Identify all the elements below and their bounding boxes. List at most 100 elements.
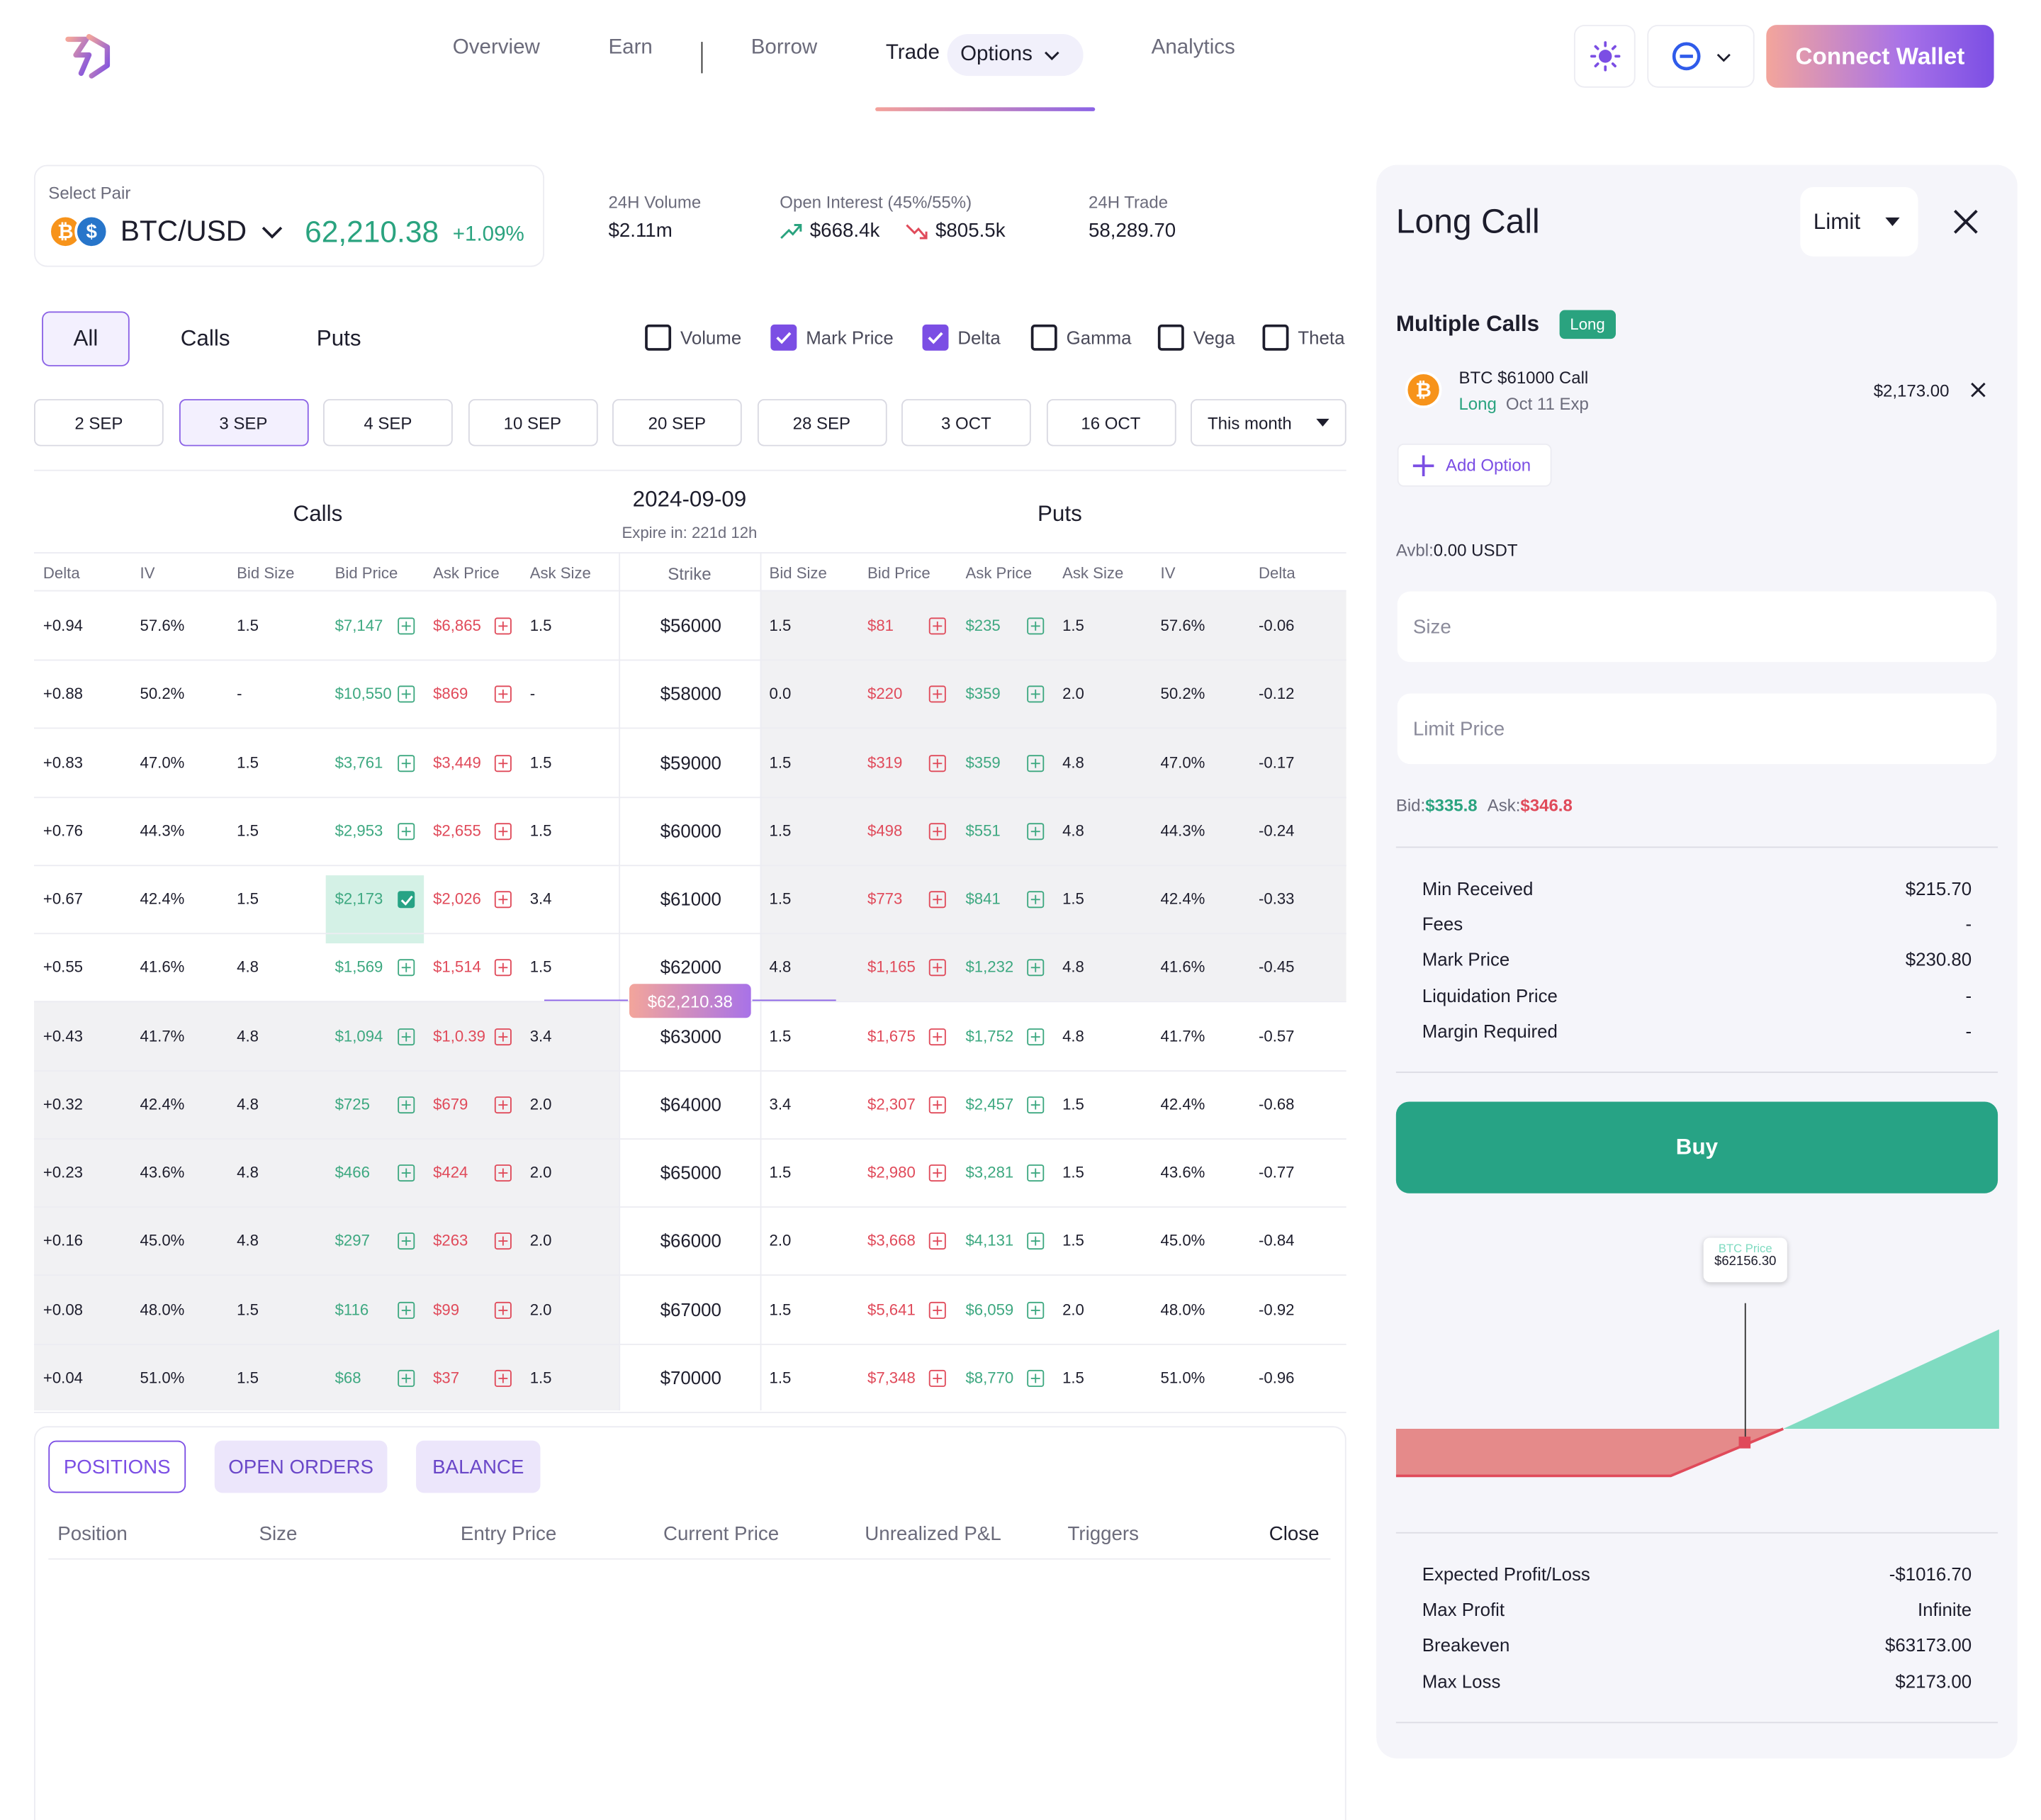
- expiry-chip[interactable]: 10 SEP: [468, 399, 597, 446]
- add-ask-icon[interactable]: [494, 1096, 512, 1113]
- size-input[interactable]: Size: [1397, 591, 1997, 663]
- options-dropdown[interactable]: Options: [947, 34, 1084, 77]
- call-cell[interactable]: $2,953: [335, 821, 383, 840]
- call-cell[interactable]: $37: [433, 1369, 459, 1387]
- call-cell[interactable]: $1,0.39: [433, 1026, 485, 1045]
- put-cell[interactable]: $359: [965, 753, 1000, 771]
- add-bid-icon[interactable]: [398, 1369, 415, 1387]
- add-ask-icon[interactable]: [494, 617, 512, 635]
- call-cell[interactable]: $1,569: [335, 958, 383, 977]
- expiry-chip[interactable]: 16 OCT: [1046, 399, 1176, 446]
- add-bid-icon[interactable]: [398, 1028, 415, 1045]
- month-select[interactable]: This month: [1191, 399, 1346, 446]
- tab-positions[interactable]: POSITIONS: [48, 1440, 186, 1493]
- tab-all[interactable]: All: [42, 311, 130, 366]
- order-type-select[interactable]: Limit: [1800, 187, 1918, 257]
- put-cell[interactable]: $773: [867, 889, 902, 908]
- theme-toggle-button[interactable]: [1573, 25, 1636, 88]
- call-cell[interactable]: $99: [433, 1300, 459, 1318]
- add-ask-icon[interactable]: [494, 1232, 512, 1250]
- call-cell[interactable]: $2,655: [433, 821, 481, 840]
- call-cell[interactable]: $466: [335, 1163, 370, 1181]
- filter-gamma-checkbox[interactable]: Gamma: [1030, 324, 1132, 351]
- put-cell[interactable]: $7,348: [867, 1369, 916, 1387]
- filter-mark-price-checkbox[interactable]: Mark Price: [770, 324, 894, 351]
- add-ask-icon[interactable]: [1027, 1232, 1045, 1250]
- tab-open-orders[interactable]: OPEN ORDERS: [214, 1440, 388, 1493]
- call-cell[interactable]: $1,094: [335, 1026, 383, 1045]
- add-ask-icon[interactable]: [494, 685, 512, 703]
- add-bid-icon[interactable]: [928, 1232, 946, 1250]
- add-ask-icon[interactable]: [494, 959, 512, 977]
- put-cell[interactable]: $2,307: [867, 1095, 916, 1113]
- checkbox-box[interactable]: [922, 324, 949, 351]
- checkbox-box[interactable]: [770, 324, 797, 351]
- chevron-down-icon[interactable]: [259, 223, 286, 244]
- tab-calls[interactable]: Calls: [181, 326, 230, 352]
- nav-borrow[interactable]: Borrow: [751, 37, 818, 60]
- close-all-header[interactable]: Close: [1269, 1523, 1320, 1545]
- checkbox-box[interactable]: [1030, 324, 1057, 351]
- add-bid-icon[interactable]: [928, 1301, 946, 1319]
- put-cell[interactable]: $551: [965, 821, 1000, 840]
- put-cell[interactable]: $1,752: [965, 1026, 1013, 1045]
- put-cell[interactable]: $1,232: [965, 958, 1013, 977]
- add-bid-icon[interactable]: [398, 1164, 415, 1182]
- call-cell[interactable]: $1,514: [433, 958, 481, 977]
- add-ask-icon[interactable]: [494, 1301, 512, 1319]
- call-cell[interactable]: $68: [335, 1369, 361, 1387]
- close-icon[interactable]: [1952, 208, 1979, 236]
- add-bid-icon[interactable]: [928, 685, 946, 703]
- add-bid-icon[interactable]: [398, 754, 415, 772]
- limit-price-input[interactable]: Limit Price: [1397, 693, 1997, 765]
- add-bid-icon[interactable]: [398, 685, 415, 703]
- remove-leg-icon[interactable]: [1970, 382, 1986, 398]
- add-bid-icon[interactable]: [928, 891, 946, 909]
- put-cell[interactable]: $3,668: [867, 1232, 916, 1250]
- add-ask-icon[interactable]: [494, 1369, 512, 1387]
- add-ask-icon[interactable]: [1027, 1369, 1045, 1387]
- call-cell[interactable]: $10,550: [335, 685, 392, 703]
- call-cell[interactable]: $679: [433, 1095, 468, 1113]
- put-cell[interactable]: $1,675: [867, 1026, 916, 1045]
- add-option-button[interactable]: Add Option: [1397, 443, 1552, 487]
- nav-earn[interactable]: Earn: [608, 37, 652, 60]
- add-ask-icon[interactable]: [494, 891, 512, 909]
- call-cell[interactable]: $116: [335, 1300, 369, 1318]
- put-cell[interactable]: $4,131: [965, 1232, 1013, 1250]
- add-ask-icon[interactable]: [1027, 754, 1045, 772]
- filter-theta-checkbox[interactable]: Theta: [1262, 324, 1345, 351]
- add-ask-icon[interactable]: [1027, 617, 1045, 635]
- tab-balance[interactable]: BALANCE: [416, 1440, 541, 1493]
- call-cell[interactable]: $424: [433, 1163, 468, 1181]
- add-ask-icon[interactable]: [1027, 1028, 1045, 1045]
- checkbox-box[interactable]: [1157, 324, 1184, 351]
- expiry-chip[interactable]: 28 SEP: [757, 399, 887, 446]
- filter-volume-checkbox[interactable]: Volume: [645, 324, 741, 351]
- call-cell[interactable]: $263: [433, 1232, 468, 1250]
- nav-analytics[interactable]: Analytics: [1152, 37, 1235, 60]
- expiry-chip[interactable]: 3 OCT: [901, 399, 1031, 446]
- add-ask-icon[interactable]: [1027, 891, 1045, 909]
- add-bid-icon[interactable]: [398, 1232, 415, 1250]
- add-bid-icon[interactable]: [398, 822, 415, 840]
- add-ask-icon[interactable]: [1027, 1164, 1045, 1182]
- put-cell[interactable]: $81: [867, 617, 894, 635]
- add-bid-icon[interactable]: [928, 1028, 946, 1045]
- put-cell[interactable]: $6,059: [965, 1300, 1013, 1318]
- checkbox-box[interactable]: [645, 324, 672, 351]
- buy-button[interactable]: Buy: [1395, 1101, 1998, 1193]
- pair-name[interactable]: BTC/USD: [120, 215, 247, 249]
- add-ask-icon[interactable]: [494, 1028, 512, 1045]
- add-ask-icon[interactable]: [494, 822, 512, 840]
- put-cell[interactable]: $220: [867, 685, 902, 703]
- put-cell[interactable]: $235: [965, 617, 1000, 635]
- add-bid-icon[interactable]: [928, 1369, 946, 1387]
- selected-check-icon[interactable]: [398, 891, 415, 909]
- tab-puts[interactable]: Puts: [317, 326, 361, 352]
- add-ask-icon[interactable]: [1027, 1096, 1045, 1113]
- add-ask-icon[interactable]: [494, 1164, 512, 1182]
- checkbox-box[interactable]: [1262, 324, 1289, 351]
- add-bid-icon[interactable]: [928, 959, 946, 977]
- put-cell[interactable]: $2,980: [867, 1163, 916, 1181]
